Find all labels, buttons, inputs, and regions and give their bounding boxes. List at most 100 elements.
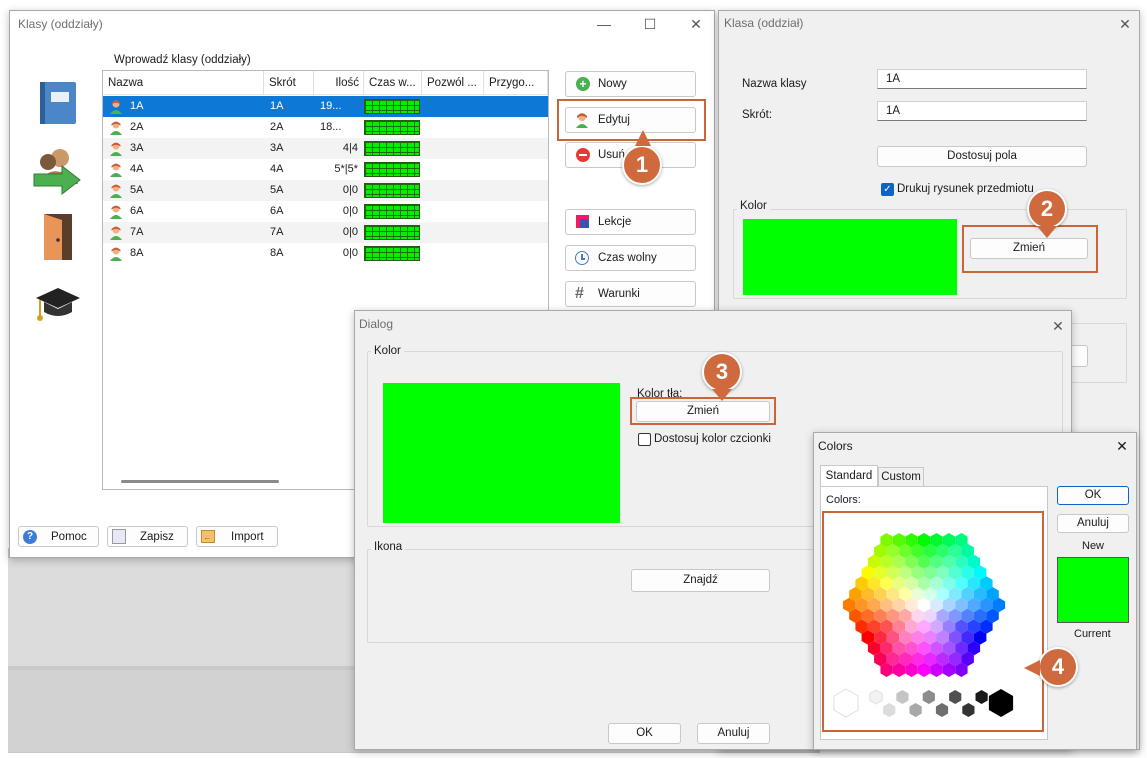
czas-wolny-label: Czas wolny xyxy=(598,252,657,264)
dostosuj-pola-button[interactable]: Dostosuj pola xyxy=(877,146,1087,167)
edytuj-highlight xyxy=(557,99,706,141)
student-icon xyxy=(110,205,122,219)
klasa-window-title: Klasa (oddział) xyxy=(724,16,804,30)
table-row[interactable]: 2A 2A 18... xyxy=(103,117,548,138)
tab-standard-label: Standard xyxy=(825,470,873,482)
lessons-icon xyxy=(576,215,589,228)
cell-short: 5A xyxy=(270,184,284,196)
cell-short: 1A xyxy=(270,100,284,112)
zmien-highlight xyxy=(962,225,1098,273)
maximize-icon[interactable]: ☐ xyxy=(636,13,664,35)
cell-name: 8A xyxy=(130,247,144,259)
cell-short: 4A xyxy=(270,163,284,175)
zapisz-label: Zapisz xyxy=(140,531,174,543)
time-grid-icon xyxy=(364,162,420,177)
import-button[interactable]: ← Import xyxy=(196,526,278,547)
callout-1: 1 xyxy=(622,145,662,185)
time-grid-icon xyxy=(364,141,420,156)
pomoc-label: Pomoc xyxy=(51,531,87,543)
tab-standard[interactable]: Standard xyxy=(820,465,878,486)
callout-2: 2 xyxy=(1027,189,1067,229)
book-icon[interactable] xyxy=(38,80,78,126)
table-row[interactable]: 7A 7A 0|0 xyxy=(103,222,548,243)
lekcje-button[interactable]: Lekcje xyxy=(565,209,696,235)
nowy-button[interactable]: + Nowy xyxy=(565,71,696,97)
warunki-button[interactable]: # Warunki xyxy=(565,281,696,307)
dialog-color-swatch xyxy=(383,383,620,523)
time-grid-icon xyxy=(364,246,420,261)
warunki-label: Warunki xyxy=(598,288,640,300)
usun-label: Usuń xyxy=(598,149,625,161)
col-header-pozwol[interactable]: Pozwól ... xyxy=(422,71,484,95)
cell-name: 4A xyxy=(130,163,144,175)
callout-2-pointer xyxy=(1037,226,1057,238)
col-header-przygo[interactable]: Przygo... xyxy=(484,71,548,95)
pomoc-button[interactable]: ? Pomoc xyxy=(18,526,99,547)
callout-3: 3 xyxy=(702,352,742,392)
dostosuj-czcionki-checkbox[interactable] xyxy=(638,433,651,446)
zapisz-button[interactable]: Zapisz xyxy=(107,526,188,547)
colors-anuluj-button[interactable]: Anuluj xyxy=(1057,514,1129,533)
table-row[interactable]: 1A 1A 19... xyxy=(103,96,548,117)
table-row[interactable]: 6A 6A 0|0 xyxy=(103,201,548,222)
callout-3-pointer xyxy=(712,389,732,401)
cell-count: 0|0 xyxy=(342,205,358,217)
close-icon[interactable]: ✕ xyxy=(1108,435,1136,457)
close-icon[interactable]: ✕ xyxy=(682,13,710,35)
cell-count: 0|0 xyxy=(342,226,358,238)
import-label: Import xyxy=(231,531,264,543)
cell-count: 19... xyxy=(320,100,342,112)
znajdz-button[interactable]: Znajdź xyxy=(631,569,770,592)
time-grid-icon xyxy=(364,225,420,240)
cell-short: 2A xyxy=(270,121,284,133)
minimize-icon[interactable]: — xyxy=(590,13,618,35)
cell-count: 18... xyxy=(320,121,342,133)
czas-wolny-button[interactable]: Czas wolny xyxy=(565,245,696,271)
clock-icon xyxy=(575,251,589,265)
cell-short: 7A xyxy=(270,226,284,238)
colors-ok-button[interactable]: OK xyxy=(1057,486,1129,505)
drukuj-checkbox[interactable]: ✓ xyxy=(881,183,894,196)
hash-icon: # xyxy=(575,285,584,302)
student-icon xyxy=(110,226,122,240)
table-row[interactable]: 8A 8A 0|0 xyxy=(103,243,548,264)
lekcje-label: Lekcje xyxy=(598,216,632,228)
nazwa-label: Nazwa klasy xyxy=(742,78,807,90)
callout-4: 4 xyxy=(1038,647,1078,687)
close-icon[interactable]: ✕ xyxy=(1044,315,1072,337)
new-color-preview xyxy=(1057,557,1129,623)
col-header-nazwa[interactable]: Nazwa xyxy=(103,71,264,95)
table-row[interactable]: 4A 4A 5*|5* xyxy=(103,159,548,180)
graduation-cap-icon[interactable] xyxy=(34,282,82,326)
cell-count: 0|0 xyxy=(342,247,358,259)
table-row[interactable]: 5A 5A 0|0 xyxy=(103,180,548,201)
cell-short: 6A xyxy=(270,205,284,217)
horizontal-scrollbar[interactable] xyxy=(121,480,279,483)
dialog-zmien-highlight xyxy=(630,397,776,425)
callout-1-pointer xyxy=(635,130,651,146)
nazwa-input[interactable]: 1A xyxy=(877,69,1087,89)
col-header-ilosc[interactable]: Ilość xyxy=(314,71,364,95)
dialog-anuluj-button[interactable]: Anuluj xyxy=(697,723,770,744)
col-header-czas[interactable]: Czas w... xyxy=(364,71,422,95)
student-icon xyxy=(110,163,122,177)
skrot-label: Skrót: xyxy=(742,109,773,121)
people-transfer-icon[interactable] xyxy=(32,144,84,196)
time-grid-icon xyxy=(364,183,420,198)
current-label: Current xyxy=(1074,628,1111,640)
time-grid-icon xyxy=(364,99,420,114)
callout-4-pointer xyxy=(1024,660,1040,676)
close-icon[interactable]: ✕ xyxy=(1111,13,1139,35)
cell-name: 3A xyxy=(130,142,144,154)
time-grid-icon xyxy=(364,204,420,219)
tab-custom[interactable]: Custom xyxy=(878,467,924,486)
dialog-kolor-group-label: Kolor xyxy=(371,345,404,357)
palette-highlight xyxy=(822,511,1044,732)
door-icon[interactable] xyxy=(40,212,76,262)
student-icon xyxy=(110,100,122,114)
table-header: Nazwa Skrót Ilość Czas w... Pozwól ... P… xyxy=(103,71,548,95)
skrot-input[interactable]: 1A xyxy=(877,101,1087,121)
table-row[interactable]: 3A 3A 4|4 xyxy=(103,138,548,159)
dialog-ok-button[interactable]: OK xyxy=(608,723,681,744)
col-header-skrot[interactable]: Skrót xyxy=(264,71,314,95)
